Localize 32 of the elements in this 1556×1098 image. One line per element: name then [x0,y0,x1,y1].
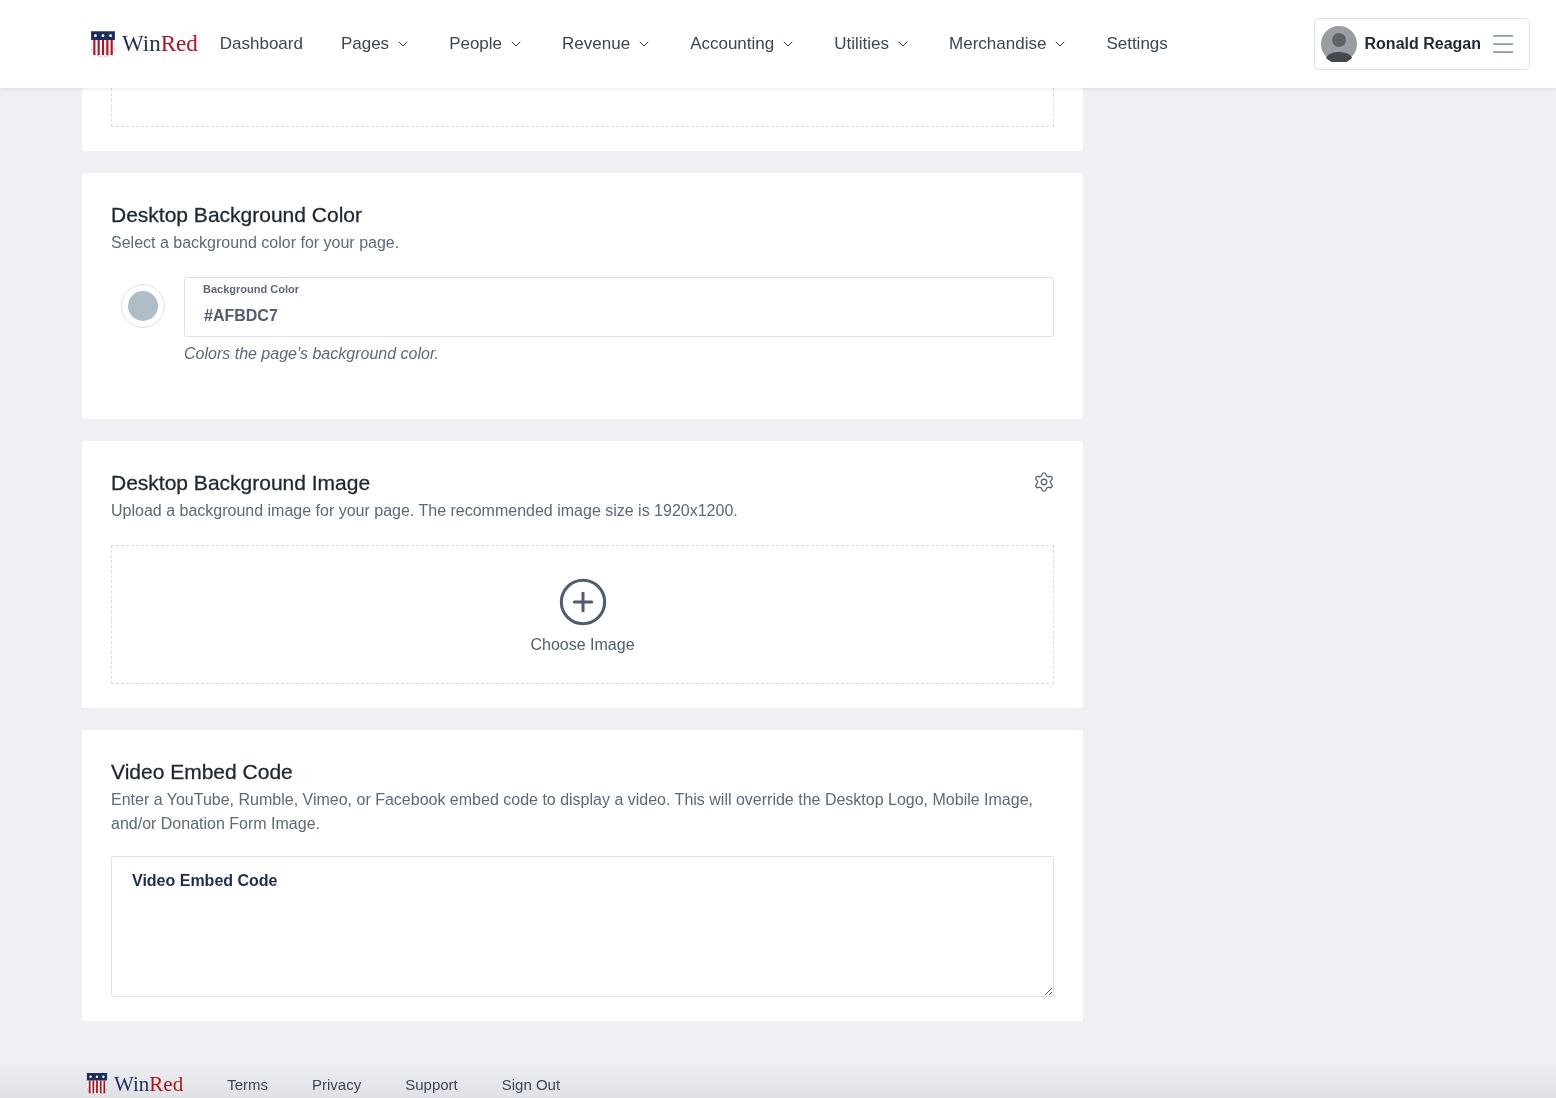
section-title: Desktop Background Image [111,471,371,495]
nav-item[interactable]: Utilities [834,34,912,54]
choose-image-button[interactable]: Choose Image [524,574,641,655]
logo-icon [90,29,116,59]
nav-item[interactable]: Dashboard [219,34,303,54]
settings-button[interactable] [1033,471,1055,493]
section-title: Desktop Background Color [111,203,362,227]
section-title: Video Embed Code [111,760,293,784]
nav-item[interactable]: Settings [1106,34,1168,54]
nav-item[interactable]: Accounting [690,34,797,54]
field-label: Video Embed Code [132,872,278,890]
field-label: Background Color [203,283,299,295]
footer-link[interactable]: Sign Out [501,1075,561,1093]
footer-link[interactable]: Terms [227,1075,268,1093]
avatar-icon [1320,26,1357,62]
brand-logo[interactable]: WinRed [122,31,198,57]
section-description: Upload a background image for your page. The recommended image size is 1920x1200. [111,501,739,521]
section-description: Select a background color for your page. [111,233,401,253]
video-embed-field[interactable] [111,856,1054,997]
brand-logo[interactable]: WinRed [114,1071,184,1097]
user-menu-button[interactable]: Ronald Reagan [1313,18,1530,70]
footer-link[interactable]: Privacy [312,1075,362,1093]
section-description: Enter a YouTube, Rumble, Vimeo, or Facebook embed code to display a video. This will override the Desktop Logo, Mobile Image, and/or Donation Form Image. [111,790,1034,834]
nav-item[interactable]: Pages [340,34,412,54]
logo-icon [86,1071,108,1097]
field-hint: Colors the page's background color. [184,345,441,363]
color-dot [128,291,158,321]
nav-item[interactable]: People [449,34,525,54]
nav-item[interactable]: Revenue [562,34,653,54]
nav-item[interactable]: Merchandise [949,34,1069,54]
upload-dropzone[interactable]: Choose Image [111,545,1054,684]
footer-link[interactable]: Support [405,1075,458,1093]
